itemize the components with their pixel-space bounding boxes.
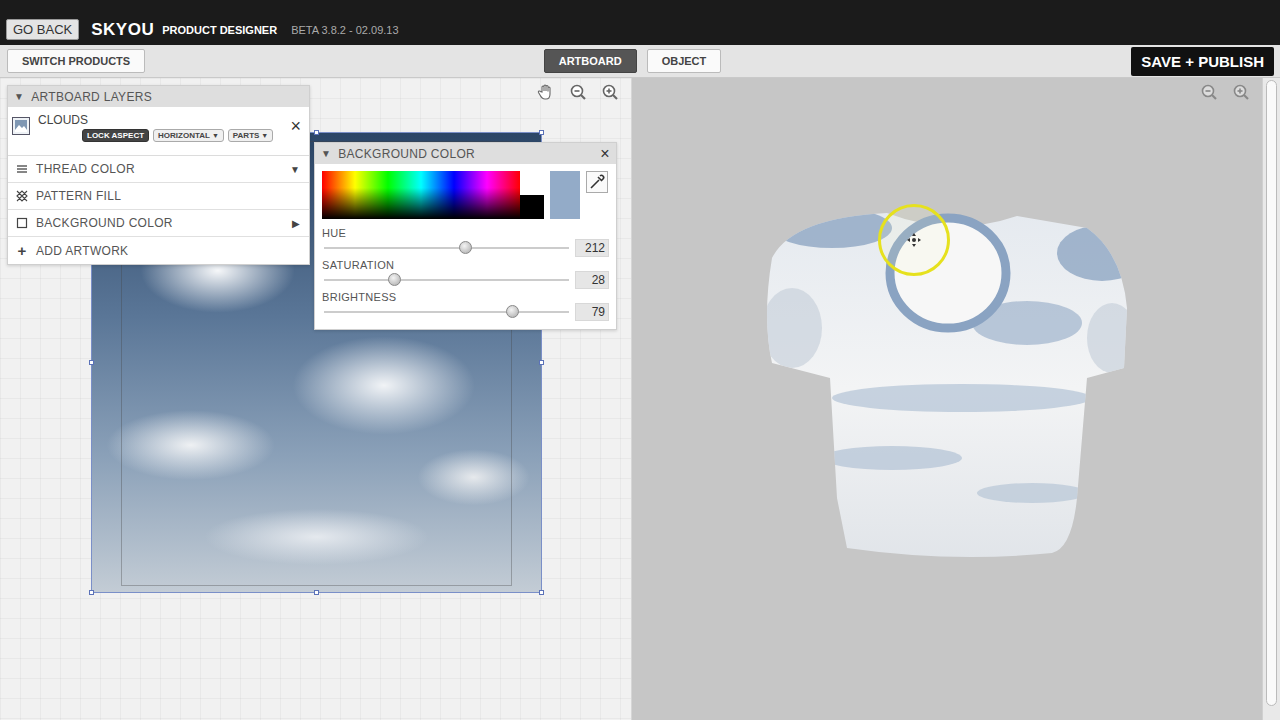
slider-track[interactable] bbox=[324, 311, 569, 313]
slider-thumb[interactable] bbox=[506, 305, 519, 318]
layer-menu-row[interactable]: PATTERN FILL bbox=[8, 183, 309, 210]
workspace: ▼ARTBOARD LAYERS CLOUDS LOCK ASPECT HORIZON… bbox=[0, 78, 1280, 720]
layer-menu-row[interactable]: BACKGROUND COLOR▶ bbox=[8, 210, 309, 237]
color-spectrum[interactable] bbox=[322, 171, 544, 219]
collapse-toggle[interactable]: ▼ bbox=[321, 148, 331, 159]
slider-thumb[interactable] bbox=[388, 273, 401, 286]
layer-menu-row[interactable]: THREAD COLOR▼ bbox=[8, 156, 309, 183]
brand-logo: SKYOU bbox=[91, 20, 154, 40]
product-designer: GO BACK SKYOU PRODUCT DESIGNER BETA 3.8.2 -… bbox=[0, 0, 1280, 720]
layer-option-button[interactable]: PARTS▼ bbox=[228, 129, 273, 142]
slider-track[interactable] bbox=[324, 247, 569, 249]
version-label: BETA 3.8.2 - 02.09.13 bbox=[291, 24, 398, 36]
go-back-button[interactable]: GO BACK bbox=[6, 19, 79, 40]
color-panel-header[interactable]: ▼BACKGROUND COLOR× bbox=[315, 143, 616, 164]
color-slider: HUE212 bbox=[322, 227, 609, 257]
top-bar: GO BACK SKYOU PRODUCT DESIGNER BETA 3.8.2 -… bbox=[0, 0, 1280, 45]
layer-item[interactable]: CLOUDS LOCK ASPECT HORIZONTAL▼ PARTS▼ × bbox=[8, 107, 309, 156]
image-thumbnail-icon bbox=[12, 117, 30, 135]
layers-panel-header[interactable]: ▼ARTBOARD LAYERS bbox=[8, 86, 309, 107]
mode-tabs: ARTBOARD OBJECT bbox=[544, 49, 722, 73]
slider-thumb[interactable] bbox=[459, 241, 472, 254]
slider-value[interactable]: 28 bbox=[575, 271, 609, 289]
zoom-out-icon[interactable] bbox=[569, 83, 587, 101]
resize-handle[interactable] bbox=[539, 130, 544, 135]
move-icon bbox=[906, 232, 922, 248]
move-cursor bbox=[878, 204, 950, 276]
slider-value[interactable]: 79 bbox=[575, 303, 609, 321]
zoom-out-icon[interactable] bbox=[1200, 83, 1218, 101]
square-icon bbox=[16, 217, 28, 229]
background-color-panel: ▼BACKGROUND COLOR× HUE212SATURATION28BRIG… bbox=[314, 142, 617, 330]
artboard-canvas[interactable]: ▼ARTBOARD LAYERS CLOUDS LOCK ASPECT HORIZON… bbox=[0, 78, 632, 720]
resize-handle[interactable] bbox=[89, 590, 94, 595]
color-slider: BRIGHTNESS79 bbox=[322, 291, 609, 321]
layer-option-button[interactable]: HORIZONTAL▼ bbox=[153, 129, 224, 142]
mode-tab[interactable]: ARTBOARD bbox=[544, 49, 637, 73]
row-arrow: ▼ bbox=[290, 164, 300, 175]
plus-icon: + bbox=[16, 243, 28, 258]
mode-tab[interactable]: OBJECT bbox=[647, 49, 722, 73]
slider-track[interactable] bbox=[324, 279, 569, 281]
resize-handle[interactable] bbox=[314, 130, 319, 135]
layer-option-button[interactable]: LOCK ASPECT bbox=[82, 129, 149, 142]
collapse-toggle[interactable]: ▼ bbox=[14, 91, 24, 102]
pattern-icon bbox=[16, 190, 28, 202]
resize-handle[interactable] bbox=[539, 360, 544, 365]
scrollbar-thumb[interactable] bbox=[1266, 80, 1277, 706]
layer-name: CLOUDS bbox=[38, 113, 282, 127]
close-button[interactable]: × bbox=[600, 146, 610, 162]
zoom-in-icon[interactable] bbox=[1232, 83, 1250, 101]
product-preview[interactable] bbox=[632, 78, 1262, 720]
lines-icon bbox=[16, 163, 28, 175]
zoom-in-icon[interactable] bbox=[601, 83, 619, 101]
save-publish-button[interactable]: SAVE + PUBLISH bbox=[1131, 47, 1274, 76]
slider-value[interactable]: 212 bbox=[575, 239, 609, 257]
canvas-tools bbox=[537, 83, 619, 101]
product-title: PRODUCT DESIGNER bbox=[162, 24, 277, 36]
preview-tools bbox=[1200, 83, 1250, 101]
switch-products-button[interactable]: SWITCH PRODUCTS bbox=[7, 49, 145, 73]
layers-panel: ▼ARTBOARD LAYERS CLOUDS LOCK ASPECT HORIZON… bbox=[7, 85, 310, 265]
tshirt-model[interactable] bbox=[632, 78, 1262, 720]
color-slider: SATURATION28 bbox=[322, 259, 609, 289]
layer-menu-row[interactable]: +ADD ARTWORK bbox=[8, 237, 309, 264]
hand-icon[interactable] bbox=[537, 83, 555, 101]
resize-handle[interactable] bbox=[89, 360, 94, 365]
eyedropper-icon[interactable] bbox=[586, 171, 608, 193]
row-arrow: ▶ bbox=[292, 218, 300, 229]
scrollbar[interactable] bbox=[1262, 78, 1280, 720]
resize-handle[interactable] bbox=[314, 590, 319, 595]
resize-handle[interactable] bbox=[539, 590, 544, 595]
color-swatch bbox=[550, 171, 580, 219]
remove-layer-button[interactable]: × bbox=[290, 117, 301, 135]
layer-options: LOCK ASPECT HORIZONTAL▼ PARTS▼ bbox=[38, 129, 282, 142]
toolbar: SWITCH PRODUCTS ARTBOARD OBJECT SAVE + PUBL… bbox=[0, 45, 1280, 78]
